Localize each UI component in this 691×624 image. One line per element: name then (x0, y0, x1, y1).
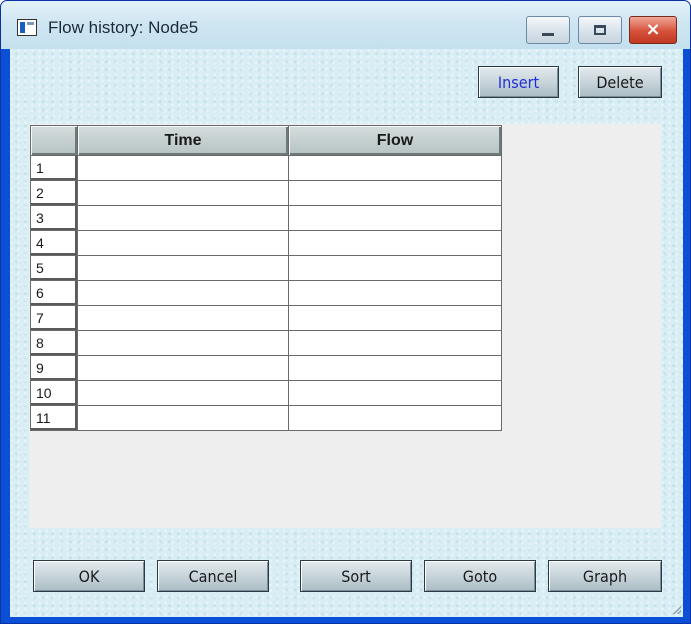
row-number-cell[interactable]: 4 (30, 230, 78, 256)
flow-cell[interactable] (288, 305, 502, 331)
table-row[interactable]: 6 (30, 280, 502, 306)
flow-cell[interactable] (288, 405, 502, 431)
flow-cell[interactable] (288, 205, 502, 231)
time-cell[interactable] (77, 355, 289, 381)
close-icon: × (645, 19, 661, 40)
time-cell[interactable] (77, 230, 289, 256)
time-cell[interactable] (77, 280, 289, 306)
window-title: Flow history: Node5 (48, 18, 199, 37)
table-row[interactable]: 1 (30, 155, 502, 181)
maximize-button[interactable] (578, 16, 622, 44)
row-number-cell[interactable]: 10 (30, 380, 78, 406)
table-row[interactable]: 2 (30, 180, 502, 206)
table-header-row: Time Flow (30, 125, 502, 156)
sort-button[interactable]: Sort (300, 560, 412, 592)
time-cell[interactable] (77, 155, 289, 181)
flow-cell[interactable] (288, 180, 502, 206)
table-body: 1 2 3 4 5 6 7 8 9 10 11 (30, 155, 502, 431)
flow-history-table: Time Flow 1 2 3 4 5 6 7 8 9 10 11 (30, 125, 502, 431)
flow-cell[interactable] (288, 380, 502, 406)
flow-cell[interactable] (288, 155, 502, 181)
flow-cell[interactable] (288, 280, 502, 306)
delete-button[interactable]: Delete (578, 66, 662, 98)
time-cell[interactable] (77, 380, 289, 406)
flow-cell[interactable] (288, 355, 502, 381)
close-button[interactable]: × (629, 16, 677, 44)
maximize-icon (594, 25, 606, 35)
flow-cell[interactable] (288, 230, 502, 256)
row-number-cell[interactable]: 5 (30, 255, 78, 281)
minimize-button[interactable] (526, 16, 570, 44)
row-number-cell[interactable]: 6 (30, 280, 78, 306)
column-header-time[interactable]: Time (77, 125, 289, 156)
row-number-cell[interactable]: 9 (30, 355, 78, 381)
row-number-cell[interactable]: 2 (30, 180, 78, 206)
goto-button[interactable]: Goto (424, 560, 536, 592)
minimize-icon (542, 32, 554, 36)
column-header-flow[interactable]: Flow (288, 125, 502, 156)
table-row[interactable]: 9 (30, 355, 502, 381)
time-cell[interactable] (77, 330, 289, 356)
time-cell[interactable] (77, 180, 289, 206)
table-row[interactable]: 5 (30, 255, 502, 281)
flow-cell[interactable] (288, 330, 502, 356)
ok-button[interactable]: OK (33, 560, 145, 592)
row-number-cell[interactable]: 1 (30, 155, 78, 181)
time-cell[interactable] (77, 205, 289, 231)
time-cell[interactable] (77, 255, 289, 281)
time-cell[interactable] (77, 305, 289, 331)
corner-header-cell[interactable] (30, 125, 78, 156)
cancel-button[interactable]: Cancel (157, 560, 269, 592)
row-number-cell[interactable]: 7 (30, 305, 78, 331)
table-row[interactable]: 7 (30, 305, 502, 331)
row-number-cell[interactable]: 11 (30, 405, 78, 431)
table-row[interactable]: 3 (30, 205, 502, 231)
table-row[interactable]: 10 (30, 380, 502, 406)
app-icon (17, 19, 37, 36)
table-row[interactable]: 8 (30, 330, 502, 356)
time-cell[interactable] (77, 405, 289, 431)
title-bar[interactable]: Flow history: Node5 × (1, 1, 690, 49)
resize-grip-icon[interactable] (673, 606, 681, 614)
table-row[interactable]: 4 (30, 230, 502, 256)
table-row[interactable]: 11 (30, 405, 502, 431)
row-number-cell[interactable]: 3 (30, 205, 78, 231)
graph-button[interactable]: Graph (548, 560, 662, 592)
row-number-cell[interactable]: 8 (30, 330, 78, 356)
flow-cell[interactable] (288, 255, 502, 281)
insert-button[interactable]: Insert (478, 66, 559, 98)
